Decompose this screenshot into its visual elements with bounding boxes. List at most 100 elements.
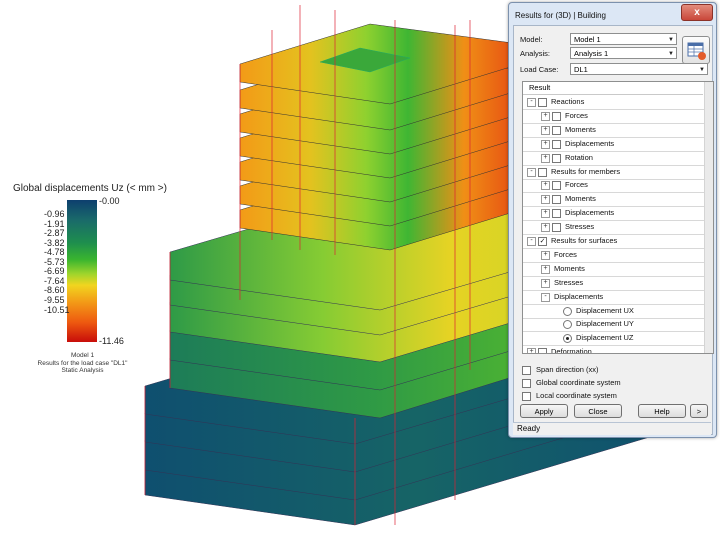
option-checkbox[interactable] <box>522 366 531 375</box>
checkbox[interactable] <box>538 98 547 107</box>
apply-button[interactable]: Apply <box>520 404 568 418</box>
tree-row-label: Moments <box>565 194 596 204</box>
model-select[interactable]: Model 1 ▼ <box>570 33 677 45</box>
tree-row[interactable]: + Stresses <box>523 276 704 291</box>
analysis-label: Analysis: <box>520 49 551 58</box>
tree-row-label: Moments <box>554 263 585 273</box>
expand-icon[interactable]: + <box>541 195 550 205</box>
tree-row-label: Displacements <box>554 291 604 301</box>
checkbox[interactable] <box>552 111 561 121</box>
tree-row[interactable]: + Forces <box>523 109 704 124</box>
radio-button[interactable] <box>563 334 572 344</box>
chevron-down-icon: ▼ <box>699 67 705 73</box>
chevron-down-icon: ▼ <box>668 51 674 57</box>
collapse-icon[interactable]: - <box>527 167 536 177</box>
expand-icon[interactable]: + <box>541 125 550 135</box>
expand-icon[interactable]: + <box>541 278 550 288</box>
model-label: Model: <box>520 35 543 44</box>
expand-icon[interactable]: + <box>541 209 550 219</box>
tree-scrollbar[interactable] <box>704 82 713 353</box>
checkbox[interactable]: ✓ <box>538 237 547 246</box>
tree-row[interactable]: + Forces <box>523 178 704 194</box>
option-checkbox[interactable] <box>522 392 531 401</box>
analysis-select[interactable]: Analysis 1 ▼ <box>570 47 677 59</box>
expand-icon[interactable]: + <box>541 111 550 121</box>
collapse-icon[interactable]: - <box>541 292 550 302</box>
tree-row[interactable]: + Displacements <box>523 206 704 222</box>
results-dialog: Results for (3D) | Building x Model: Mod… <box>508 2 717 438</box>
tree-row[interactable]: + Stresses <box>523 220 704 236</box>
legend-tick-label: -7.64 <box>44 275 65 286</box>
tree-row-label: Displacements <box>565 208 615 218</box>
tree-row-label: Rotation <box>565 152 593 162</box>
tree-row[interactable]: Displacement UY <box>523 317 704 333</box>
tree-row-label: Reactions <box>551 97 585 106</box>
tree-row[interactable]: Displacement UZ <box>523 331 704 347</box>
legend-tick-label: -9.55 <box>44 294 65 305</box>
collapse-icon[interactable]: - <box>527 237 536 246</box>
tree-row-label: Displacement UX <box>576 305 634 315</box>
option-label: Span direction (xx) <box>536 365 599 374</box>
checkbox[interactable] <box>552 181 561 191</box>
legend-tick-label: -1.91 <box>44 218 65 229</box>
expand-icon[interactable]: + <box>541 223 550 233</box>
checkbox[interactable] <box>552 153 561 163</box>
radio-button[interactable] <box>563 320 572 330</box>
checkbox[interactable] <box>552 209 561 219</box>
tree-row[interactable]: - Results for members <box>523 165 704 180</box>
table-icon[interactable] <box>682 36 710 64</box>
status-bar: Ready <box>513 422 711 435</box>
tree-row[interactable]: - Displacements <box>523 290 704 305</box>
loadcase-select[interactable]: DL1 ▼ <box>570 63 708 75</box>
radio-button[interactable] <box>563 306 572 316</box>
legend-caption-line: Model 1 <box>70 352 95 359</box>
tree-row[interactable]: + Displacements <box>523 137 704 152</box>
loadcase-label: Load Case: <box>520 65 559 74</box>
option-checkbox[interactable] <box>522 379 531 388</box>
more-button[interactable]: > <box>690 404 708 418</box>
tree-row[interactable]: + Moments <box>523 192 704 208</box>
tree-row[interactable]: + Forces <box>523 248 704 263</box>
tree-row[interactable]: Displacement UX <box>523 304 704 319</box>
tree-row[interactable]: + Deformation <box>523 345 704 354</box>
checkbox[interactable] <box>552 125 561 135</box>
expand-icon[interactable]: + <box>541 181 550 191</box>
expand-icon[interactable]: + <box>541 264 550 274</box>
checkbox[interactable] <box>552 195 561 205</box>
tree-row[interactable]: - ✓ Results for surfaces <box>523 234 704 249</box>
status-text: Ready <box>517 424 541 433</box>
expand-icon[interactable]: + <box>541 153 550 163</box>
tree-row-label: Deformation <box>551 347 592 354</box>
tree-row-label: Moments <box>565 124 596 134</box>
legend-bottom-value: -11.46 <box>99 336 124 346</box>
expand-icon[interactable]: + <box>541 250 550 260</box>
tree-row-label: Displacements <box>565 138 615 148</box>
legend-tick-label: -8.60 <box>44 285 65 296</box>
legend-caption-line: Static Analysis <box>61 367 104 374</box>
tree-row[interactable]: + Moments <box>523 123 704 138</box>
checkbox[interactable] <box>552 139 561 149</box>
checkbox[interactable] <box>538 167 547 177</box>
checkbox[interactable] <box>538 348 547 353</box>
expand-icon[interactable]: + <box>527 348 536 353</box>
legend-caption: Model 1 Results for the load case "DL1" … <box>0 352 165 375</box>
tree-row[interactable]: + Moments <box>523 262 704 277</box>
legend-top-value: -0.00 <box>99 196 120 206</box>
option-label: Global coordinate system <box>536 378 621 387</box>
tree-row-label: Results for members <box>551 166 621 176</box>
legend-tick-label: -3.82 <box>44 237 65 248</box>
close-icon[interactable]: x <box>681 4 713 21</box>
legend-tick-label: -6.69 <box>44 266 65 277</box>
tree-row[interactable]: - Reactions <box>523 95 704 110</box>
tree-row-label: Forces <box>565 180 588 190</box>
dialog-body: Model: Model 1 ▼ Analysis: Analysis 1 ▼ Lo… <box>513 25 714 435</box>
help-button[interactable]: Help <box>638 404 686 418</box>
checkbox[interactable] <box>552 223 561 233</box>
close-button[interactable]: Close <box>574 404 622 418</box>
tree-header-label: Result <box>529 83 551 92</box>
legend-tick-label: -0.96 <box>44 209 65 219</box>
collapse-icon[interactable]: - <box>527 98 536 107</box>
tree-row-label: Stresses <box>554 277 584 287</box>
tree-row[interactable]: + Rotation <box>523 151 704 166</box>
expand-icon[interactable]: + <box>541 139 550 149</box>
